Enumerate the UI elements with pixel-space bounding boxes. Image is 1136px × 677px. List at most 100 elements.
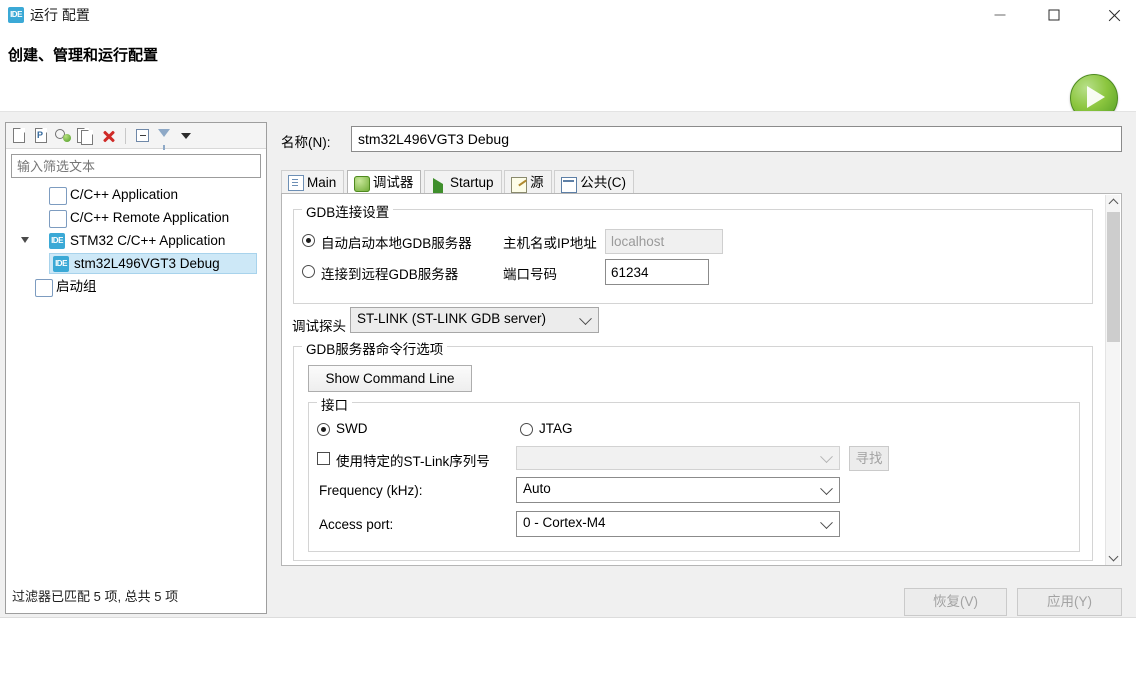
- gdb-server-options-group: GDB服务器命令行选项 Show Command Line 接口 SWD JTA…: [293, 338, 1093, 561]
- app-icon: IDE: [8, 7, 24, 23]
- gdb-connection-group: GDB连接设置 自动启动本地GDB服务器 主机名或IP地址 连接到远程GDB服务…: [293, 201, 1093, 304]
- debugger-tab-panel: GDB连接设置 自动启动本地GDB服务器 主机名或IP地址 连接到远程GDB服务…: [281, 193, 1122, 566]
- frequency-value: Auto: [523, 481, 551, 496]
- dialog-body: P 输入筛选文本 C C/C++ Application C C/C++ Rem…: [0, 112, 1136, 617]
- vertical-scrollbar[interactable]: [1105, 195, 1121, 565]
- dialog-footer: ? 运行(R) 关闭 CSDN @bj_Tree sd: [0, 618, 1136, 677]
- gdb-server-options-legend: GDB服务器命令行选项: [302, 338, 448, 358]
- radio-label: 自动启动本地GDB服务器: [321, 236, 472, 251]
- radio-mark: [317, 423, 330, 436]
- show-command-line-button[interactable]: Show Command Line: [308, 365, 472, 392]
- tab-debugger[interactable]: 调试器: [346, 170, 422, 194]
- stlink-serial-combo[interactable]: [516, 446, 840, 470]
- scroll-up-button[interactable]: [1106, 195, 1121, 211]
- minimize-icon: [994, 14, 1006, 16]
- apply-button[interactable]: 应用(Y): [1017, 588, 1122, 616]
- tab-label: 源: [530, 175, 544, 190]
- tab-label: 调试器: [372, 175, 414, 190]
- port-label: 端口号码: [503, 267, 557, 282]
- name-label: 名称(N):: [281, 135, 331, 150]
- frequency-combo[interactable]: Auto: [516, 477, 840, 503]
- chevron-up-icon: [1108, 198, 1119, 209]
- access-port-combo[interactable]: 0 - Cortex-M4: [516, 511, 840, 537]
- delete-icon[interactable]: [99, 127, 119, 145]
- duplicate-icon[interactable]: [76, 127, 96, 145]
- tab-source[interactable]: 源: [504, 170, 552, 194]
- gdb-connection-legend: GDB连接设置: [302, 201, 394, 221]
- tree-item-label: stm32L496VGT3 Debug: [74, 256, 220, 271]
- radio-label: JTAG: [539, 421, 573, 436]
- host-input[interactable]: [605, 229, 723, 254]
- common-icon: [561, 177, 578, 193]
- debug-probe-combo[interactable]: ST-LINK (ST-LINK GDB server): [350, 307, 599, 333]
- search-stlink-button[interactable]: 寻找: [849, 446, 889, 471]
- ide-icon: IDE: [53, 256, 69, 272]
- collapse-all-icon[interactable]: [133, 127, 153, 145]
- tab-common[interactable]: 公共(C): [554, 170, 635, 194]
- toolbar-separator: [125, 128, 126, 144]
- tab-label: 公共(C): [580, 175, 627, 190]
- tree-item-label: STM32 C/C++ Application: [70, 233, 226, 248]
- radio-label: SWD: [336, 421, 368, 436]
- page-title: 创建、管理和运行配置: [8, 47, 159, 64]
- debug-probe-value: ST-LINK (ST-LINK GDB server): [357, 311, 547, 326]
- chevron-down-icon: [820, 482, 833, 496]
- checkbox-mark: [317, 452, 330, 465]
- c-application-icon: C: [49, 187, 67, 205]
- tab-startup[interactable]: Startup: [424, 170, 502, 206]
- host-label: 主机名或IP地址: [503, 236, 597, 251]
- port-input[interactable]: [605, 259, 709, 285]
- view-menu-icon[interactable]: [176, 127, 196, 145]
- scrollbar-thumb[interactable]: [1107, 212, 1120, 342]
- tab-label: Main: [307, 175, 337, 190]
- filter-icon[interactable]: [155, 127, 175, 150]
- filter-status-text: 过滤器已匹配 5 项, 总共 5 项: [12, 589, 179, 604]
- frequency-label: Frequency (kHz):: [319, 483, 423, 498]
- configurations-tree: C C/C++ Application C C/C++ Remote Appli…: [7, 183, 265, 298]
- new-launch-configuration-icon[interactable]: [10, 127, 30, 145]
- run-configurations-dialog: IDE 运行 配置 创建、管理和运行配置 P 输入筛选文本 C C/C++ Ap…: [0, 0, 1136, 677]
- debugger-scroll-content: GDB连接设置 自动启动本地GDB服务器 主机名或IP地址 连接到远程GDB服务…: [282, 194, 1107, 565]
- tree-item-c-remote-application[interactable]: C C/C++ Remote Application: [7, 206, 265, 229]
- chevron-down-icon: [820, 450, 833, 464]
- radio-mark: [302, 265, 315, 278]
- tab-main[interactable]: Main: [281, 170, 345, 194]
- launch-group-icon: G: [35, 279, 53, 297]
- dialog-header: 创建、管理和运行配置: [0, 30, 1136, 122]
- tree-toolbar: P: [6, 123, 266, 150]
- configuration-editor: 名称(N): Main 调试器 Startup 源: [273, 122, 1131, 616]
- checkbox-label: 使用特定的ST-Link序列号: [336, 454, 490, 469]
- close-icon: [1107, 8, 1121, 22]
- maximize-icon: [1048, 9, 1060, 21]
- title-bar: IDE 运行 配置: [0, 0, 1136, 30]
- reset-behaviour-legend: Reset behaviour: [302, 565, 408, 566]
- tree-item-c-application[interactable]: C C/C++ Application: [7, 183, 265, 206]
- source-icon: [511, 177, 528, 193]
- scroll-down-button[interactable]: [1106, 550, 1121, 565]
- radio-mark: [302, 234, 315, 247]
- c-application-icon: C: [49, 210, 67, 228]
- chevron-down-icon: [579, 312, 592, 326]
- interface-legend: 接口: [317, 394, 352, 414]
- interface-group: 接口 SWD JTAG 使用特定的ST-Link序列号 寻找 Frequency…: [308, 394, 1080, 552]
- tree-item-stm32-application[interactable]: IDE STM32 C/C++ Application: [7, 229, 265, 252]
- chevron-down-icon[interactable]: [21, 237, 29, 243]
- revert-button[interactable]: 恢复(V): [904, 588, 1007, 616]
- tree-item-stm32l496vgt3-debug[interactable]: IDE stm32L496VGT3 Debug: [7, 252, 265, 275]
- tree-item-label: C/C++ Remote Application: [70, 210, 230, 225]
- export-icon[interactable]: [54, 127, 74, 145]
- access-port-label: Access port:: [319, 517, 394, 532]
- tree-item-launch-group[interactable]: G 启动组: [7, 275, 265, 298]
- name-input[interactable]: [351, 126, 1122, 152]
- close-window-button[interactable]: [1091, 0, 1136, 30]
- window-title: 运行 配置: [30, 7, 90, 23]
- chevron-down-icon: [820, 516, 833, 530]
- radio-label: 连接到远程GDB服务器: [321, 267, 459, 282]
- access-port-value: 0 - Cortex-M4: [523, 515, 606, 530]
- minimize-button[interactable]: [977, 0, 1023, 30]
- tab-bar: Main 调试器 Startup 源 公共(C): [281, 170, 635, 206]
- tree-item-label: 启动组: [56, 279, 97, 294]
- filter-input[interactable]: [11, 154, 261, 178]
- maximize-button[interactable]: [1031, 0, 1077, 30]
- new-prototype-icon[interactable]: P: [32, 127, 52, 145]
